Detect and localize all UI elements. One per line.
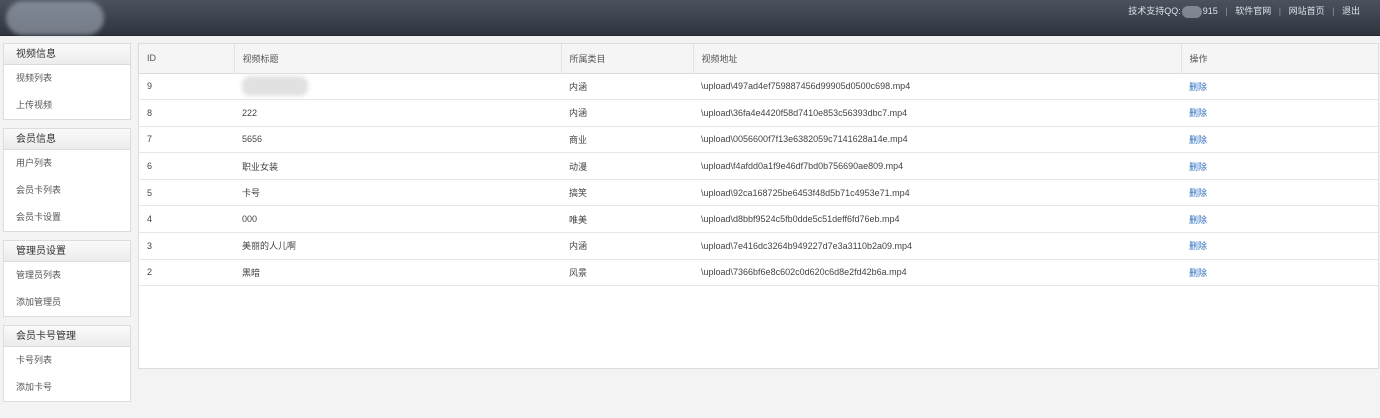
- cell-id: 2: [139, 259, 234, 287]
- header-title: 视频标题: [234, 44, 562, 74]
- cell-action: 删除: [1181, 152, 1378, 180]
- delete-link[interactable]: 删除: [1189, 135, 1207, 145]
- video-table: ID 视频标题 所属类目 视频地址 操作 9 内涵 \upload\497ad4…: [139, 44, 1378, 287]
- header-action: 操作: [1181, 44, 1378, 74]
- cell-title: 222: [234, 99, 561, 127]
- delete-link[interactable]: 删除: [1189, 108, 1207, 118]
- cell-category: 内涵: [561, 99, 693, 127]
- cell-title: 5656: [234, 126, 561, 154]
- header-url: 视频地址: [693, 44, 1182, 74]
- menu-group-admin: 管理员设置 管理员列表 添加管理员: [3, 240, 131, 317]
- table-row: 7 5656 商业 \upload\0056600f7f13e6382059c7…: [139, 126, 1378, 154]
- menu-title-admin: 管理员设置: [4, 241, 130, 262]
- cell-url: \upload\497ad4ef759887456d99905d0500c698…: [693, 73, 1181, 101]
- cell-id: 6: [139, 152, 234, 180]
- menu-group-cardno: 会员卡号管理 卡号列表 添加卡号: [3, 325, 131, 402]
- cell-category: 唯美: [561, 205, 693, 234]
- cell-title: 000: [234, 205, 561, 234]
- menu-item-add-cardno[interactable]: 添加卡号: [4, 374, 130, 401]
- menu-title-video: 视频信息: [4, 44, 130, 65]
- table-row: 9 内涵 \upload\497ad4ef759887456d99905d050…: [139, 73, 1378, 101]
- cell-title: 职业女装: [234, 152, 561, 180]
- support-suffix: 915: [1202, 6, 1218, 16]
- delete-link[interactable]: 删除: [1189, 268, 1207, 278]
- cell-title: 黑暗: [234, 259, 561, 287]
- cell-action: 删除: [1181, 259, 1378, 287]
- table-row: 2 黑暗 风景 \upload\7366bf6e8c602c0d620c6d8e…: [139, 259, 1378, 287]
- cell-category: 商业: [561, 126, 693, 154]
- cell-id: 4: [139, 205, 234, 234]
- menu-item-user-list[interactable]: 用户列表: [4, 150, 130, 177]
- header-id: ID: [139, 44, 235, 74]
- logout-link[interactable]: 退出: [1342, 6, 1360, 16]
- sidebar: 视频信息 视频列表 上传视频 会员信息 用户列表 会员卡列表 会员卡设置 管理员…: [3, 43, 131, 410]
- cell-title: [234, 73, 561, 101]
- menu-item-cardno-list[interactable]: 卡号列表: [4, 347, 130, 374]
- table-row: 3 美丽的人儿啊 内涵 \upload\7e416dc3264b949227d7…: [139, 232, 1378, 260]
- redacted-mask: [1181, 5, 1202, 18]
- support-label: 技术支持QQ:: [1128, 6, 1181, 16]
- table-row: 4 000 唯美 \upload\d8bbf9524c5fb0dde5c51de…: [139, 205, 1378, 234]
- video-table-panel: ID 视频标题 所属类目 视频地址 操作 9 内涵 \upload\497ad4…: [138, 43, 1379, 369]
- menu-title-cardno: 会员卡号管理: [4, 326, 130, 347]
- cell-action: 删除: [1181, 179, 1378, 207]
- top-links: 技术支持QQ: 915 | 软件官网 | 网站首页 | 退出: [1128, 5, 1360, 18]
- table-row: 6 职业女装 动漫 \upload\f4afdd0a1f9e46df7bd0b7…: [139, 152, 1378, 180]
- redacted-mask: [242, 76, 308, 97]
- logo: [6, 1, 104, 35]
- cell-url: \upload\d8bbf9524c5fb0dde5c51deff6fd76eb…: [693, 205, 1181, 234]
- menu-group-member: 会员信息 用户列表 会员卡列表 会员卡设置: [3, 128, 131, 232]
- cell-url: \upload\0056600f7f13e6382059c7141628a14e…: [693, 126, 1181, 154]
- cell-id: 7: [139, 126, 234, 154]
- menu-item-add-admin[interactable]: 添加管理员: [4, 289, 130, 316]
- delete-link[interactable]: 删除: [1189, 162, 1207, 172]
- cell-action: 删除: [1181, 126, 1378, 154]
- cell-category: 动漫: [561, 152, 693, 180]
- top-bar: 技术支持QQ: 915 | 软件官网 | 网站首页 | 退出: [0, 0, 1380, 36]
- table-header-row: ID 视频标题 所属类目 视频地址 操作: [139, 44, 1378, 74]
- menu-item-admin-list[interactable]: 管理员列表: [4, 262, 130, 289]
- cell-action: 删除: [1181, 99, 1378, 127]
- cell-category: 内涵: [561, 232, 693, 260]
- cell-action: 删除: [1181, 73, 1378, 101]
- cell-title: 卡号: [234, 179, 561, 207]
- software-site-link[interactable]: 软件官网: [1235, 6, 1271, 16]
- menu-group-video: 视频信息 视频列表 上传视频: [3, 43, 131, 120]
- cell-id: 3: [139, 232, 234, 260]
- cell-action: 删除: [1181, 232, 1378, 260]
- cell-url: \upload\7e416dc3264b949227d7e3a3110b2a09…: [693, 232, 1181, 260]
- menu-item-card-list[interactable]: 会员卡列表: [4, 177, 130, 204]
- cell-url: \upload\f4afdd0a1f9e46df7bd0b756690ae809…: [693, 152, 1181, 180]
- cell-id: 9: [139, 73, 234, 101]
- home-link[interactable]: 网站首页: [1289, 6, 1325, 16]
- cell-category: 内涵: [561, 73, 693, 101]
- cell-url: \upload\36fa4e4420f58d7410e853c56393dbc7…: [693, 99, 1181, 127]
- cell-title: 美丽的人儿啊: [234, 232, 561, 260]
- cell-action: 删除: [1181, 205, 1378, 234]
- cell-category: 搞笑: [561, 179, 693, 207]
- cell-category: 风景: [561, 259, 693, 287]
- table-row: 8 222 内涵 \upload\36fa4e4420f58d7410e853c…: [139, 99, 1378, 127]
- cell-id: 5: [139, 179, 234, 207]
- cell-url: \upload\92ca168725be6453f48d5b71c4953e71…: [693, 179, 1181, 207]
- menu-item-upload-video[interactable]: 上传视频: [4, 92, 130, 119]
- menu-title-member: 会员信息: [4, 129, 130, 150]
- delete-link[interactable]: 删除: [1189, 241, 1207, 251]
- delete-link[interactable]: 删除: [1189, 215, 1207, 225]
- menu-item-video-list[interactable]: 视频列表: [4, 65, 130, 92]
- delete-link[interactable]: 删除: [1189, 188, 1207, 198]
- table-row: 5 卡号 搞笑 \upload\92ca168725be6453f48d5b71…: [139, 179, 1378, 207]
- menu-item-card-settings[interactable]: 会员卡设置: [4, 204, 130, 231]
- header-category: 所属类目: [561, 44, 694, 74]
- delete-link[interactable]: 删除: [1189, 82, 1207, 92]
- cell-id: 8: [139, 99, 234, 127]
- cell-url: \upload\7366bf6e8c602c0d620c6d8e2fd42b6a…: [693, 259, 1181, 287]
